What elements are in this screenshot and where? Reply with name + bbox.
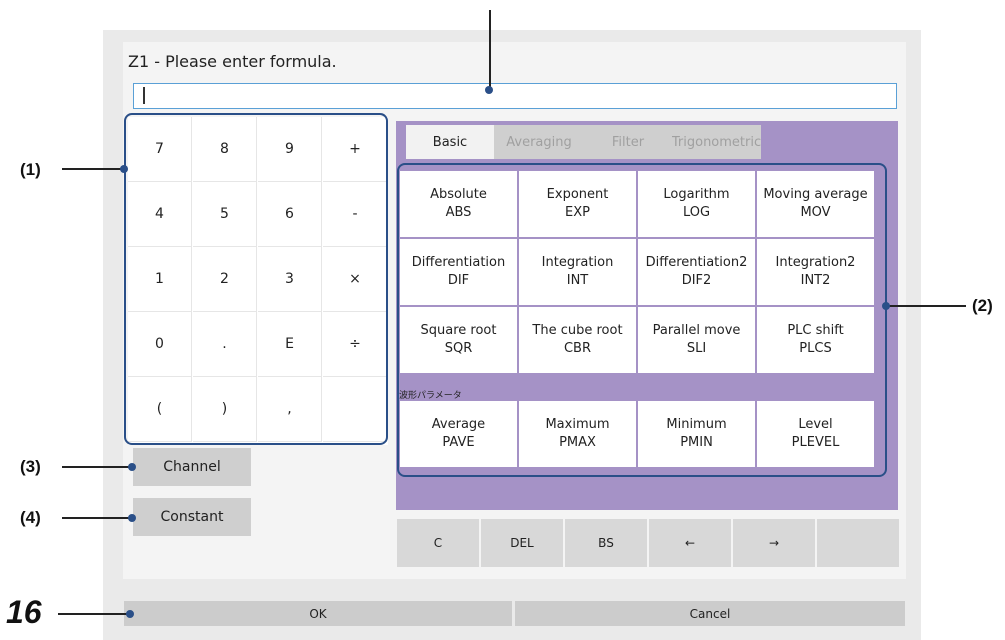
tab-filter[interactable]: Filter bbox=[584, 125, 672, 159]
leader-line-3 bbox=[62, 466, 132, 468]
dialog-title: Z1 - Please enter formula. bbox=[128, 52, 337, 71]
callout-label-3: (3) bbox=[20, 457, 41, 476]
leader-line-1 bbox=[62, 168, 124, 170]
leader-line-2 bbox=[886, 305, 966, 307]
clear-button[interactable]: C bbox=[397, 519, 479, 567]
formula-input[interactable] bbox=[133, 83, 897, 109]
callout-label-4: (4) bbox=[20, 508, 41, 527]
tab-averaging[interactable]: Averaging bbox=[494, 125, 584, 159]
leader-line-4 bbox=[62, 517, 132, 519]
callout-label-2: (2) bbox=[972, 296, 993, 315]
channel-button[interactable]: Channel bbox=[133, 448, 251, 486]
leader-dot-1 bbox=[120, 165, 128, 173]
text-caret bbox=[143, 87, 145, 104]
leader-line-formula bbox=[489, 10, 491, 90]
callout-frame-keypad bbox=[124, 113, 388, 445]
blank-edit-button[interactable] bbox=[817, 519, 899, 567]
tab-basic[interactable]: Basic bbox=[406, 125, 494, 159]
callout-frame-functions bbox=[397, 163, 887, 477]
callout-label-16: 16 bbox=[6, 594, 42, 630]
ok-button[interactable]: OK bbox=[124, 601, 512, 626]
leader-line-16 bbox=[58, 613, 130, 615]
cancel-button[interactable]: Cancel bbox=[515, 601, 905, 626]
constant-button[interactable]: Constant bbox=[133, 498, 251, 536]
callout-label-1: (1) bbox=[20, 160, 41, 179]
leader-dot-4 bbox=[128, 514, 136, 522]
leader-dot-16 bbox=[126, 610, 134, 618]
cursor-left-button[interactable]: ← bbox=[649, 519, 731, 567]
leader-dot-formula bbox=[485, 86, 493, 94]
leader-dot-3 bbox=[128, 463, 136, 471]
tab-trigonometric[interactable]: Trigonometric bbox=[672, 125, 761, 159]
leader-dot-2 bbox=[882, 302, 890, 310]
backspace-button[interactable]: BS bbox=[565, 519, 647, 567]
delete-button[interactable]: DEL bbox=[481, 519, 563, 567]
cursor-right-button[interactable]: → bbox=[733, 519, 815, 567]
